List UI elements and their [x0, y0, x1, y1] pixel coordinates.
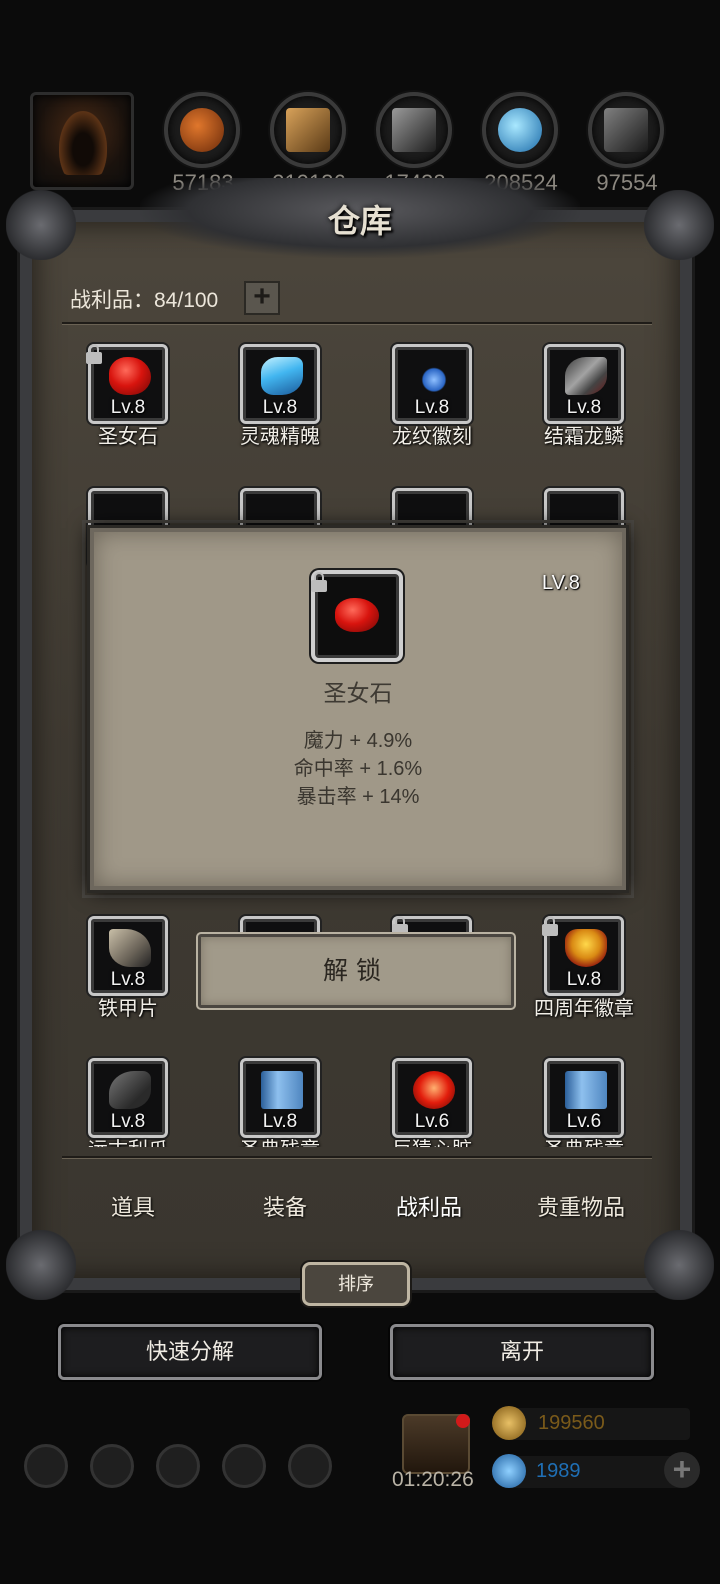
- item-name: 圣典残章: [504, 1133, 664, 1147]
- expand-capacity-button[interactable]: +: [244, 281, 280, 315]
- gold-amount: 199560: [538, 1412, 605, 1434]
- gold-coin-icon: [492, 1406, 526, 1440]
- add-currency-button[interactable]: +: [664, 1452, 700, 1488]
- anniversary-badge-icon: [565, 929, 607, 967]
- steel-icon: [588, 92, 664, 168]
- leave-button[interactable]: 离开: [390, 1324, 654, 1380]
- hero-portrait[interactable]: [30, 92, 134, 190]
- lock-icon: [542, 916, 558, 938]
- mail-icon[interactable]: [222, 1444, 266, 1488]
- popup-level: LV.8: [542, 572, 580, 594]
- book-icon: [565, 1071, 607, 1109]
- item-name: 巨猿心脏: [352, 1133, 512, 1147]
- divider: [62, 1156, 652, 1158]
- red-gem-icon: [335, 598, 379, 632]
- panel-title: 仓库: [327, 203, 392, 239]
- item-slot[interactable]: Lv.8: [88, 1058, 168, 1138]
- settings-icon[interactable]: [24, 1444, 68, 1488]
- tab-items[interactable]: 道具: [58, 1190, 208, 1222]
- heart-icon: [413, 1071, 455, 1109]
- wood-icon: [270, 92, 346, 168]
- lock-icon: [86, 344, 102, 366]
- tab-loot[interactable]: 战利品: [354, 1190, 504, 1222]
- corner-ornament: [6, 1230, 76, 1300]
- sort-button[interactable]: 排序: [302, 1262, 410, 1306]
- corner-ornament: [644, 1230, 714, 1300]
- divider: [62, 322, 652, 324]
- iron-icon: [376, 92, 452, 168]
- armor-shard-icon: [109, 929, 151, 967]
- notification-dot: [456, 1414, 470, 1428]
- hooded-figure-icon: [59, 111, 107, 175]
- gem-icon: [492, 1454, 526, 1488]
- popup-item-name: 圣女石: [323, 680, 393, 706]
- popup-stat: 魔力 + 4.9%: [303, 730, 413, 752]
- unlock-button[interactable]: 解锁: [198, 934, 514, 1008]
- item-name: 四周年徽章: [534, 998, 634, 1020]
- item-slot[interactable]: Lv.8: [544, 344, 624, 424]
- popup-stat: 暴击率 + 14%: [296, 786, 420, 808]
- lock-icon: [311, 572, 327, 594]
- gem-amount: 1989: [536, 1460, 581, 1482]
- item-slot[interactable]: Lv.6: [392, 1058, 472, 1138]
- item-slot[interactable]: Lv.8: [392, 344, 472, 424]
- item-name: 灵魂精魄: [240, 426, 320, 448]
- item-name: 远古利爪: [48, 1133, 208, 1147]
- item-slot[interactable]: Lv.8: [240, 1058, 320, 1138]
- item-name: 龙纹徽刻: [392, 426, 472, 448]
- book-icon: [261, 1071, 303, 1109]
- item-slot[interactable]: Lv.8: [240, 344, 320, 424]
- dragon-scale-icon: [565, 357, 607, 395]
- red-gem-icon: [109, 357, 151, 395]
- item-slot[interactable]: Lv.6: [544, 1058, 624, 1138]
- tab-valuables[interactable]: 贵重物品: [506, 1190, 656, 1222]
- gift-timer: 01:20:26: [392, 1468, 474, 1491]
- popup-stat: 命中率 + 1.6%: [293, 758, 423, 780]
- item-name: 圣女石: [98, 426, 158, 448]
- star-icon[interactable]: [90, 1444, 134, 1488]
- item-slot[interactable]: Lv.8: [88, 916, 168, 996]
- quick-decompose-button[interactable]: 快速分解: [58, 1324, 322, 1380]
- chest-icon[interactable]: [288, 1444, 332, 1488]
- tab-equipment[interactable]: 装备: [210, 1190, 360, 1222]
- meat-icon: [164, 92, 240, 168]
- loot-capacity: 战利品：84/100: [70, 289, 219, 312]
- crystal-icon: [482, 92, 558, 168]
- item-name: 结霜龙鳞: [544, 426, 624, 448]
- claw-icon: [109, 1071, 151, 1109]
- pendant-icon: [413, 357, 455, 395]
- blue-crystal-icon: [261, 357, 303, 395]
- menu-icon[interactable]: [156, 1444, 200, 1488]
- item-name: 圣典残章: [200, 1133, 360, 1147]
- item-name: 铁甲片: [98, 998, 158, 1020]
